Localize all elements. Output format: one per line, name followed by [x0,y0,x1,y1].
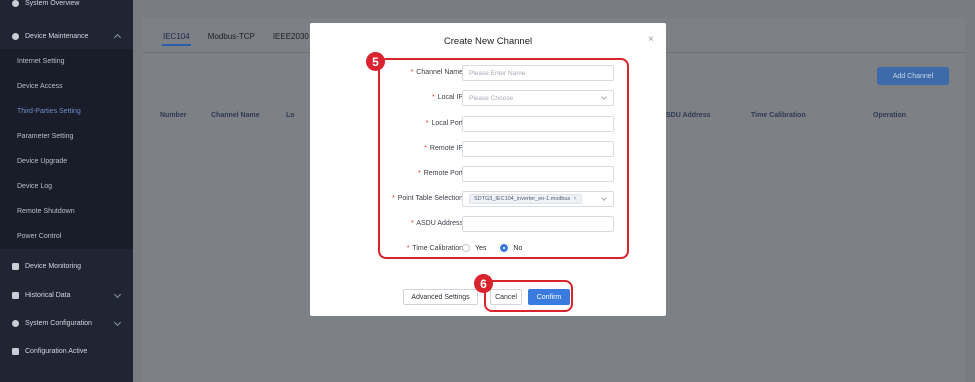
sidebar-item-configuration-active[interactable]: Configuration Active [0,339,133,364]
config-icon [12,348,19,355]
chevron-down-icon [601,195,607,201]
advanced-settings-button[interactable]: Advanced Settings [403,289,478,305]
local-ip-row: * Local IP Please Choose [310,90,666,107]
th-local: Lo [286,112,295,119]
remote-port-input[interactable] [462,166,614,182]
point-table-tag: SDTG3_IEC104_inverter_en-1.modbus × [469,194,582,204]
sidebar-item-label: Device Upgrade [17,158,68,165]
point-table-select[interactable]: SDTG3_IEC104_inverter_en-1.modbus × [462,191,614,207]
step-badge-6: 6 [474,274,493,293]
time-calibration-radio-group: Yes No [462,244,536,252]
remote-port-label: * Remote Port [418,170,463,177]
asdu-address-row: * ASDU Address [310,216,666,233]
remote-ip-input[interactable] [462,141,614,157]
close-icon[interactable]: × [648,34,654,45]
dialog-title: Create New Channel [443,36,533,47]
sidebar-item-label: Device Log [17,183,53,190]
remote-ip-label: * Remote IP [424,145,463,152]
close-icon[interactable]: × [573,196,576,202]
tab-modbus-tcp[interactable]: Modbus-TCP [208,32,255,41]
th-operation: Operation [873,112,907,119]
channel-name-label: * Channel Name [410,69,463,76]
sidebar-item-historical-data[interactable]: Historical Data [0,283,133,308]
local-port-row: * Local Port [310,116,666,133]
sidebar-item-parameter-setting[interactable]: Parameter Setting [0,124,133,149]
asdu-address-label: * ASDU Address [411,220,463,227]
chart-icon [12,292,19,299]
remote-ip-row: * Remote IP [310,141,666,158]
th-asdu-address: SDU Address [666,112,711,119]
sidebar-item-internet-setting[interactable]: Internet Setting [0,49,133,74]
sidebar-item-system-configuration[interactable]: System Configuration [0,311,133,336]
sidebar-item-label: Internet Setting [17,58,65,65]
asdu-address-input[interactable] [462,216,614,232]
local-ip-select[interactable]: Please Choose [462,90,614,106]
gear-icon [12,320,19,327]
time-calibration-row: * Time Calibration Yes No [310,241,666,258]
channel-name-row: * Channel Name Please Enter Name [310,65,666,82]
sidebar-item-device-maintenance[interactable]: Device Maintenance [0,24,133,49]
tab-iec104[interactable]: IEC104 [162,32,191,46]
remote-port-row: * Remote Port [310,166,666,183]
create-channel-dialog: Create New Channel × * Channel Name Plea… [310,23,666,316]
point-table-label: * Point Table Selection [392,195,463,202]
cancel-button[interactable]: Cancel [490,289,522,305]
local-ip-label: * Local IP [432,94,463,101]
sidebar-item-label: Device Monitoring [25,263,82,270]
sidebar-item-label: Third-Parties Setting [17,108,81,115]
chevron-up-icon [113,33,122,42]
sidebar-item-system-overview[interactable]: System Overview [0,0,133,16]
sidebar-item-remote-shutdown[interactable]: Remote Shutdown [0,199,133,224]
sidebar-item-label: Device Maintenance [25,33,89,40]
shield-icon [12,33,19,40]
protocol-tabs: IEC104 Modbus-TCP IEEE2030 [162,32,327,46]
sidebar-item-device-monitoring[interactable]: Device Monitoring [0,254,133,279]
th-channel-name: Channel Name [211,112,260,119]
monitor-icon [12,263,19,270]
radio-no-label[interactable]: No [513,245,522,252]
dashboard-icon [12,0,19,7]
sidebar-item-label: Configuration Active [25,348,88,355]
th-number: Number [160,112,187,119]
sidebar: System Overview Device Maintenance Inter… [0,0,133,382]
step-badge-5: 5 [366,52,385,71]
sidebar-item-device-access[interactable]: Device Access [0,74,133,99]
sidebar-item-label: Power Control [17,233,62,240]
radio-yes-label[interactable]: Yes [475,245,486,252]
sidebar-item-label: Remote Shutdown [17,208,75,215]
sidebar-item-third-parties-setting[interactable]: Third-Parties Setting [0,99,133,124]
sidebar-item-device-upgrade[interactable]: Device Upgrade [0,149,133,174]
sidebar-item-label: System Overview [25,0,80,7]
chevron-down-icon [113,318,122,327]
th-time-calibration: Time Calibration [751,112,806,119]
sidebar-item-power-control[interactable]: Power Control [0,224,133,249]
sidebar-item-label: Historical Data [25,292,71,299]
sidebar-item-device-log[interactable]: Device Log [0,174,133,199]
tab-ieee2030[interactable]: IEEE2030 [273,32,309,41]
channel-name-input[interactable]: Please Enter Name [462,65,614,81]
sidebar-item-label: Parameter Setting [17,133,74,140]
sidebar-item-label: System Configuration [25,320,92,327]
local-port-label: * Local Port [425,120,463,127]
point-table-row: * Point Table Selection SDTG3_IEC104_inv… [310,191,666,208]
sidebar-item-label: Device Access [17,83,63,90]
add-channel-button[interactable]: Add Channel [877,67,949,85]
time-calibration-label: * Time Calibration [406,245,463,252]
chevron-down-icon [113,290,122,299]
radio-yes[interactable] [462,244,470,252]
local-port-input[interactable] [462,116,614,132]
chevron-down-icon [601,94,607,100]
confirm-button[interactable]: Confirm [528,289,570,305]
radio-no[interactable] [500,244,509,252]
